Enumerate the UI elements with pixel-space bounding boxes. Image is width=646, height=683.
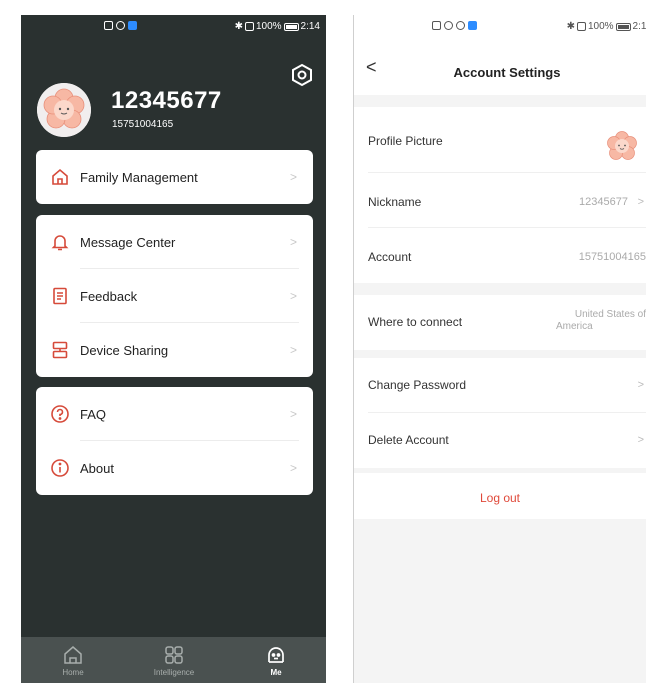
settings-hex-icon[interactable] <box>290 63 314 87</box>
document-icon <box>50 286 70 306</box>
home-icon <box>50 167 70 187</box>
bluetooth-icon: ✱ <box>566 21 575 32</box>
nickname-value: 12345677 <box>579 196 628 208</box>
menu-item-about[interactable]: About > <box>36 441 313 495</box>
status-time: 2:14 <box>300 21 320 32</box>
settings-group-region: Where to connect United States of Americ… <box>354 295 646 350</box>
bell-icon <box>50 232 70 252</box>
chevron-right-icon: > <box>289 170 297 184</box>
row-label: Profile Picture <box>368 134 443 148</box>
robot-face-icon <box>268 647 284 663</box>
chevron-right-icon: > <box>289 235 297 249</box>
row-label: Where to connect <box>368 315 463 329</box>
vpn-icon <box>456 21 465 30</box>
menu-item-label: Family Management <box>80 169 198 185</box>
menu-item-device-sharing[interactable]: Device Sharing > <box>36 323 313 377</box>
bottom-tab-bar: Home Intelligence Me <box>21 637 326 683</box>
tab-intelligence[interactable]: Intelligence <box>139 637 209 683</box>
settings-group-security: Change Password > Delete Account > <box>354 358 646 468</box>
battery-icon <box>283 22 299 31</box>
app-notification-icon <box>128 21 137 30</box>
share-icon <box>50 340 70 360</box>
menu-item-feedback[interactable]: Feedback > <box>36 269 313 323</box>
question-icon <box>50 404 70 424</box>
chevron-right-icon: > <box>637 196 644 208</box>
sim-icon <box>104 21 113 30</box>
menu-item-family-management[interactable]: Family Management > <box>36 150 313 204</box>
row-label: Change Password <box>368 378 467 392</box>
menu-card-help: FAQ > About > <box>36 387 313 495</box>
battery-icon <box>615 22 631 31</box>
settings-group-profile: Profile Picture Nickname 12345677 > Acco… <box>354 107 646 283</box>
menu-item-label: Feedback <box>80 288 138 304</box>
chevron-right-icon: > <box>289 343 297 357</box>
menu-item-label: About <box>80 460 114 476</box>
battery-percent: 100% <box>255 21 282 32</box>
row-label: Delete Account <box>368 433 449 447</box>
me-screen: ✱ 100% 2:14 12345677 15751004165 Family … <box>21 15 326 683</box>
app-notification-icon <box>468 21 477 30</box>
tab-label: Me <box>270 668 282 677</box>
account-value: 15751004165 <box>578 251 646 263</box>
avatar[interactable] <box>37 83 91 137</box>
row-account: Account 15751004165 <box>354 228 646 283</box>
row-delete-account[interactable]: Delete Account > <box>354 413 646 468</box>
menu-item-label: Message Center <box>80 234 176 250</box>
row-label: Nickname <box>368 195 422 209</box>
bluetooth-icon: ✱ <box>234 21 243 32</box>
vibrate-icon <box>576 22 586 31</box>
logout-button[interactable]: Log out <box>354 473 646 519</box>
tab-me[interactable]: Me <box>241 637 311 683</box>
username: 12345677 <box>111 87 222 114</box>
flower-avatar-icon <box>37 83 91 137</box>
chevron-right-icon: > <box>289 289 297 303</box>
menu-card-messages: Message Center > Feedback > Device Shari… <box>36 215 313 377</box>
grid-icon <box>165 646 183 664</box>
tab-label: Intelligence <box>153 668 195 677</box>
tab-label: Home <box>62 668 84 677</box>
nav-bar: < Account Settings <box>354 39 646 95</box>
chevron-right-icon: > <box>289 407 297 421</box>
status-bar: ✱ 100% 2:14 <box>21 15 326 39</box>
page-title: Account Settings <box>453 65 561 80</box>
status-time: 2:15 <box>632 21 646 32</box>
row-profile-picture[interactable]: Profile Picture <box>354 107 646 173</box>
avatar[interactable] <box>603 127 641 165</box>
sim-icon <box>432 21 441 30</box>
tab-home[interactable]: Home <box>38 637 108 683</box>
screenshot-canvas: ✱ 100% 2:14 12345677 15751004165 Family … <box>0 0 646 683</box>
menu-item-message-center[interactable]: Message Center > <box>36 215 313 269</box>
region-value: United States of America <box>556 309 646 333</box>
wifi-icon <box>444 21 453 30</box>
home-tab-icon <box>64 646 82 664</box>
region-line-1: United States of <box>574 309 646 320</box>
menu-item-label: Device Sharing <box>80 342 169 358</box>
region-line-2: America <box>556 321 593 332</box>
vibrate-icon <box>244 22 254 31</box>
wifi-icon <box>116 21 125 30</box>
row-where-to-connect[interactable]: Where to connect United States of Americ… <box>354 295 646 350</box>
battery-percent: 100% <box>587 21 614 32</box>
flower-avatar-icon <box>607 131 637 160</box>
account-settings-screen: ✱ 100% 2:15 < Account Settings Profile P… <box>353 15 646 683</box>
menu-item-faq[interactable]: FAQ > <box>36 387 313 441</box>
status-bar: ✱ 100% 2:15 <box>354 15 646 39</box>
chevron-right-icon: > <box>637 379 644 391</box>
row-label: Account <box>368 250 412 264</box>
chevron-right-icon: > <box>637 434 644 446</box>
menu-card-family: Family Management > <box>36 150 313 204</box>
row-change-password[interactable]: Change Password > <box>354 358 646 413</box>
menu-item-label: FAQ <box>80 406 107 422</box>
info-icon <box>50 458 70 478</box>
logout-label: Log out <box>479 491 521 505</box>
phone-number: 15751004165 <box>112 119 174 130</box>
chevron-right-icon: > <box>289 461 297 475</box>
row-nickname[interactable]: Nickname 12345677 > <box>354 173 646 228</box>
